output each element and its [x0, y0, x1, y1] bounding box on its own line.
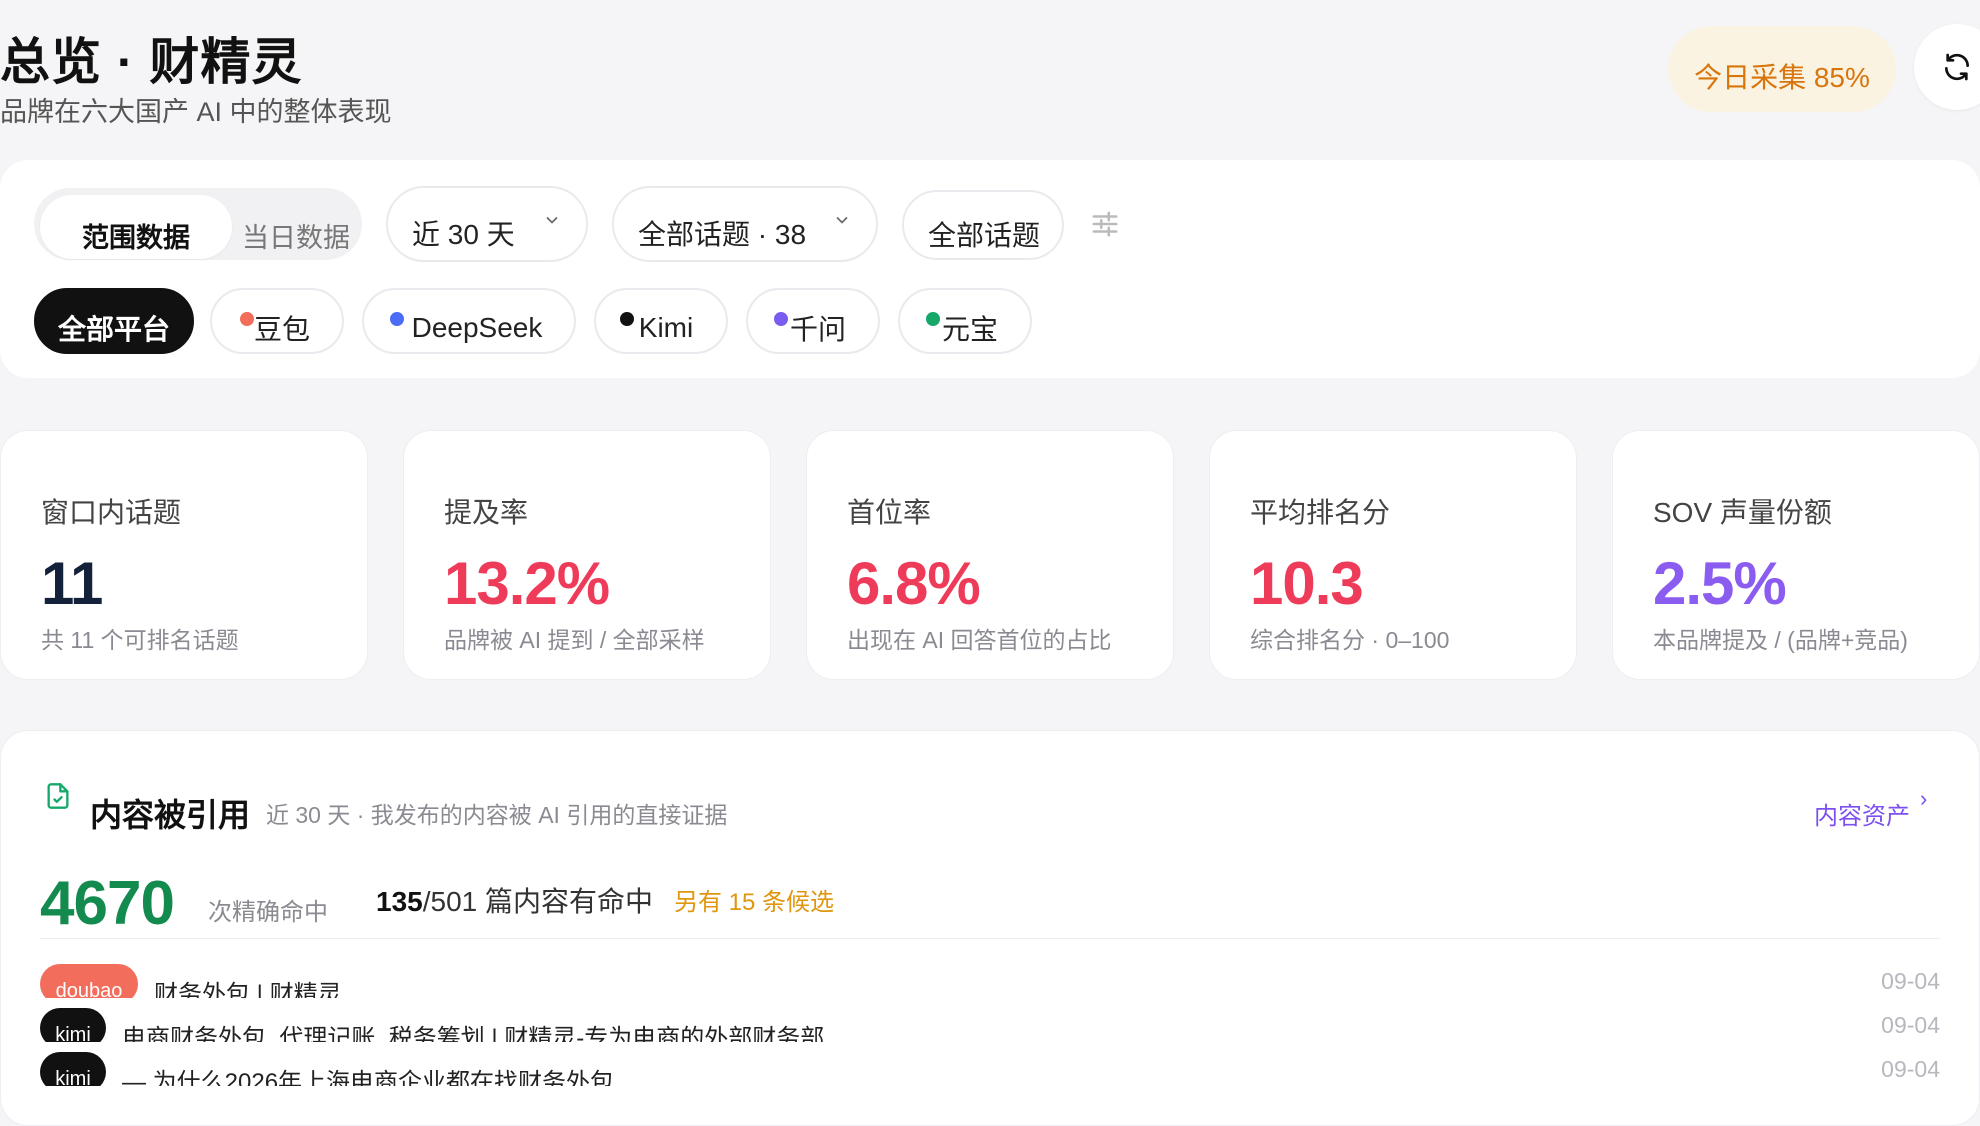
platform-dot-deepseek — [390, 312, 404, 326]
metric-label: 首位率 — [847, 497, 932, 528]
platform-chip-qianwen[interactable]: 千问 — [746, 288, 880, 354]
platform-dot-qianwen — [774, 312, 788, 326]
cited-title: 内容被引用 — [90, 797, 251, 833]
platform-tag: doubao — [40, 964, 138, 998]
divider — [40, 938, 1940, 939]
metric-label: 提及率 — [444, 497, 529, 528]
exact-hit-count: 4670 — [40, 869, 175, 938]
platform-dot-doubao — [240, 312, 254, 326]
citation-row[interactable]: doubao 财务外包 | 财精灵 09-04 — [40, 964, 1940, 998]
file-check-icon — [47, 783, 69, 809]
chevron-down-icon — [836, 216, 848, 224]
metric-desc: 品牌被 AI 提到 / 全部采样 — [444, 627, 705, 653]
platform-chip-label: 元宝 — [941, 314, 998, 345]
metric-value: 10.3 — [1250, 550, 1364, 617]
metric-desc: 共 11 个可排名话题 — [41, 627, 239, 653]
content-assets-link[interactable]: 内容资产 — [1814, 796, 1910, 831]
metric-label: 平均排名分 — [1250, 497, 1391, 528]
topic-tag-label: 全部话题 — [928, 220, 1041, 251]
metric-card-avg-rank: 平均排名分 10.3 综合排名分 · 0–100 — [1209, 430, 1577, 680]
collect-progress-label: 今日采集 85% — [1694, 62, 1870, 93]
metric-value: 6.8% — [847, 550, 981, 617]
topic-select[interactable]: 全部话题 · 38 — [612, 186, 878, 262]
scope-daily-tab[interactable]: 当日数据 — [236, 195, 356, 259]
chevron-right-icon[interactable]: › — [1920, 786, 1927, 812]
platform-chip-label: DeepSeek — [411, 312, 543, 343]
refresh-icon — [1945, 53, 1969, 81]
platform-chip-label: 千问 — [789, 314, 846, 345]
page-title: 总览 · 财精灵 — [0, 34, 303, 90]
platform-chip-all[interactable]: 全部平台 — [34, 288, 194, 354]
platform-tag: kimi — [40, 1008, 106, 1042]
page-subtitle: 品牌在六大国产 AI 中的整体表现 — [0, 97, 392, 127]
cited-subtitle: 近 30 天 · 我发布的内容被 AI 引用的直接证据 — [266, 802, 728, 828]
platform-chip-deepseek[interactable]: DeepSeek — [362, 288, 576, 354]
metric-value: 2.5% — [1653, 550, 1787, 617]
overview-page: 总览 · 财精灵 品牌在六大国产 AI 中的整体表现 今日采集 85% 范围数据… — [0, 0, 1980, 1126]
platform-chip-doubao[interactable]: 豆包 — [210, 288, 344, 354]
content-hit-number: 135 — [376, 886, 423, 917]
platform-chip-label: Kimi — [638, 312, 694, 343]
citation-title: — 为什么2026年上海电商企业都在找财务外包 — [122, 1069, 615, 1086]
platform-dot-kimi — [620, 312, 634, 326]
sliders-icon[interactable] — [1090, 208, 1120, 240]
collect-progress-badge: 今日采集 85% — [1668, 26, 1896, 112]
exact-hit-label: 次精确命中 — [208, 899, 328, 926]
metric-desc: 本品牌提及 / (品牌+竞品) — [1653, 627, 1908, 653]
scope-range-tab[interactable]: 范围数据 — [40, 195, 232, 259]
metric-card-first-rate: 首位率 6.8% 出现在 AI 回答首位的占比 — [806, 430, 1174, 680]
topic-tag-filter[interactable]: 全部话题 — [902, 190, 1064, 260]
citation-row[interactable]: kimi 电商财务外包_代理记账_税务筹划 | 财精灵-专为电商的外部财务部 0… — [40, 1008, 1940, 1042]
candidates-link[interactable]: 另有 15 条候选 — [674, 882, 834, 917]
platform-chip-yuanbao[interactable]: 元宝 — [898, 288, 1032, 354]
content-hit-rest: /501 篇内容有命中 — [422, 886, 653, 917]
platform-chip-label: 豆包 — [253, 314, 310, 345]
metric-card-sov: SOV 声量份额 2.5% 本品牌提及 / (品牌+竞品) — [1612, 430, 1980, 680]
content-hit-summary: 135/501 篇内容有命中 — [376, 880, 653, 920]
citation-date: 09-04 — [1881, 1056, 1940, 1082]
topic-select-value: 全部话题 · 38 — [638, 219, 807, 250]
metric-label: 窗口内话题 — [41, 497, 182, 528]
citation-date: 09-04 — [1881, 1012, 1940, 1038]
citation-date: 09-04 — [1881, 968, 1940, 994]
date-range-select[interactable]: 近 30 天 — [386, 186, 588, 262]
platform-tag: kimi — [40, 1052, 106, 1086]
metric-desc: 综合排名分 · 0–100 — [1250, 627, 1450, 653]
metric-value: 11 — [41, 550, 103, 617]
chevron-down-icon — [546, 216, 558, 224]
metric-card-mention-rate: 提及率 13.2% 品牌被 AI 提到 / 全部采样 — [403, 430, 771, 680]
metric-desc: 出现在 AI 回答首位的占比 — [847, 627, 1112, 653]
platform-dot-yuanbao — [926, 312, 940, 326]
citation-title: 财务外包 | 财精灵 — [154, 981, 342, 998]
date-range-value: 近 30 天 — [412, 219, 515, 250]
metric-label: SOV 声量份额 — [1653, 497, 1832, 528]
data-scope-toggle: 范围数据 当日数据 — [34, 188, 362, 260]
citation-title: 电商财务外包_代理记账_税务筹划 | 财精灵-专为电商的外部财务部 — [122, 1025, 825, 1042]
citation-row[interactable]: kimi — 为什么2026年上海电商企业都在找财务外包 09-04 — [40, 1052, 1940, 1086]
platform-chip-label: 全部平台 — [57, 314, 170, 345]
metric-value: 13.2% — [444, 550, 610, 617]
metric-card-topics: 窗口内话题 11 共 11 个可排名话题 — [0, 430, 368, 680]
platform-chip-kimi[interactable]: Kimi — [594, 288, 728, 354]
refresh-button[interactable] — [1914, 24, 1980, 110]
